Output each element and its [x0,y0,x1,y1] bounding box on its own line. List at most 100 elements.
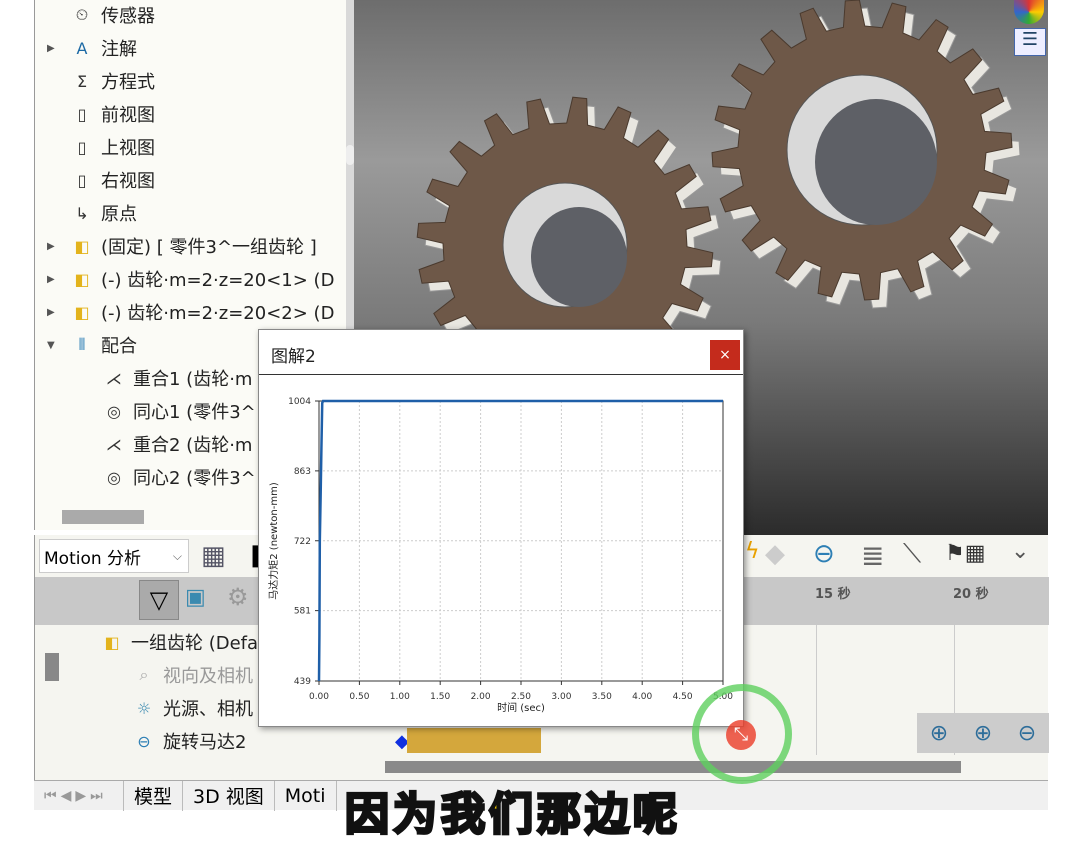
motor-timeline-bar [407,728,541,753]
x-tick-label: 2.50 [511,692,531,702]
lights-folder-icon: ☼ [136,698,152,718]
tree-item-label: (固定) [ 零件3^一组齿轮 ] [101,237,317,258]
camera-icon: ⌕ [139,665,149,684]
part-icon: ◧ [74,269,90,289]
tree-hscroll-thumb[interactable] [62,510,144,524]
sensor-folder-icon: ⏲ [75,5,89,24]
motor-icon[interactable]: ⊖ [813,539,835,569]
tree-item-label: 传感器 [101,6,155,27]
study-type-select[interactable]: Motion 分析 ⌵ [39,539,189,573]
tab-label: 模型 [134,786,173,808]
tab-label: 3D 视图 [193,786,264,808]
tree-item[interactable]: ▯ 上视图 [69,132,155,162]
concentric-icon: ◎ [107,401,121,421]
tree-item-label: 同心1 (零件3^ [133,402,256,423]
chevron-down-icon[interactable]: ⌄ [1011,539,1029,564]
tree-item[interactable]: ⋌ 重合2 (齿轮·m [101,429,252,459]
coincident-icon: ⋌ [106,368,122,388]
motion-tree-item[interactable]: ⌕ 视向及相机 [131,660,253,690]
zoom-in-icon[interactable]: ⊕ [974,721,992,746]
equation-folder-icon: Σ [76,71,88,91]
timeline-label: 15 秒 [815,587,851,602]
tree-item[interactable]: ▯ 右视图 [69,165,155,195]
x-tick-label: 2.00 [471,692,491,702]
y-tick-label: 863 [294,467,311,477]
motion-tree-item[interactable]: ⊖ 旋转马达2 [131,726,246,756]
y-tick-label: 581 [294,607,311,617]
gear-bore-shadow [531,207,627,307]
x-tick-label: 3.00 [551,692,571,702]
mates-icon: ⫴ [78,335,86,354]
expand-toggle[interactable]: ▶ [47,274,55,285]
expand-toggle[interactable]: ▶ [47,43,55,54]
concentric-icon: ◎ [107,467,121,487]
tree-item-label: 前视图 [101,105,155,126]
y-axis-label: 马达力矩2 (newton-mm) [267,482,280,600]
tree-item[interactable]: ▯ 前视图 [69,99,155,129]
zoom-out-icon[interactable]: ⊖ [1018,721,1036,746]
video-subtitle: 因为我们那边呢 [344,788,681,842]
tab-model[interactable]: 模型 [124,780,184,811]
plane-icon: ▯ [77,137,87,157]
gear-bore-shadow [815,99,937,225]
x-tick-label: 1.00 [390,692,410,702]
x-tick-label: 3.50 [592,692,612,702]
tree-item[interactable]: ⏲ 传感器 [69,0,155,30]
coincident-icon: ⋌ [106,434,122,454]
tree-item[interactable]: A 注解 [69,33,137,63]
tree-item-label: 重合2 (齿轮·m [133,435,253,456]
tree-item[interactable]: ⫴ 配合 [69,330,137,360]
part-icon: ◧ [74,236,90,256]
filter-icon[interactable]: ▽ [139,580,179,620]
study-type-value: Motion 分析 [44,548,142,569]
x-tick-label: 0.00 [309,692,329,702]
expand-toggle[interactable]: ▶ [47,241,55,252]
x-tick-label: 1.50 [430,692,450,702]
tree-item[interactable]: ◧ (-) 齿轮·m=2·z=20<1> (D [69,264,334,294]
chart: 0.00 0.50 1.00 1.50 2.00 2.50 3.00 3.50 4.00 4.50… [267,397,733,714]
close-button[interactable]: × [710,340,740,370]
y-tick-label: 1004 [288,397,311,407]
x-tick-label: 4.00 [632,692,652,702]
tree-item[interactable]: ⋌ 重合1 (齿轮·m [101,363,252,393]
tree-item[interactable]: ◎ 同心2 (零件3^ [101,462,256,492]
filter-gear-icon[interactable]: ⚙ [227,583,249,611]
zoom-to-fit-icon[interactable]: ⊕ [930,721,948,746]
motion-tree-label: 视向及相机 [163,666,253,687]
x-tick-label: 4.50 [673,692,693,702]
y-tick-label: 439 [294,677,311,687]
filter-camera-icon[interactable]: ▣ [185,585,206,610]
motion-tree-label: 一组齿轮 (Defa [131,633,259,654]
tab-label: Moti [284,784,326,807]
tab-motion[interactable]: Moti [275,780,337,811]
task-pane-icon[interactable]: ☰ [1014,28,1046,56]
tree-item[interactable]: ◧ (固定) [ 零件3^一组齿轮 ] [69,231,317,261]
expand-toggle[interactable]: ▶ [47,307,55,318]
tree-item-label: 同心2 (零件3^ [133,468,256,489]
damper-icon[interactable]: ⟍ [903,539,921,570]
tree-item[interactable]: ◧ (-) 齿轮·m=2·z=20<2> (D [69,297,334,327]
part-icon: ◧ [74,302,90,322]
tree-item-label: 重合1 (齿轮·m [133,369,253,390]
tree-item-label: 原点 [101,204,137,225]
results-plot-icon[interactable]: ⚑▦ [945,541,986,566]
add-key-icon[interactable]: ◆ [765,539,785,569]
y-tick-label: 722 [294,537,311,547]
calculate-icon[interactable]: ▦ [201,541,226,571]
motion-tree-item[interactable]: ◧ 一组齿轮 (Defa [99,627,258,657]
tab-nav-arrows[interactable]: ⏮◀▶⏭ [34,780,124,811]
motion-tree-item[interactable]: ☼ 光源、相机 [131,693,253,723]
tree-item[interactable]: Σ 方程式 [69,66,155,96]
tree-item[interactable]: ◎ 同心1 (零件3^ [101,396,256,426]
x-tick-label: 0.50 [349,692,369,702]
tree-item[interactable]: ↳ 原点 [69,198,137,228]
tree-item-label: (-) 齿轮·m=2·z=20<2> (D [101,303,335,324]
expand-toggle[interactable]: ▼ [47,340,55,351]
tab-3d-view[interactable]: 3D 视图 [183,780,275,811]
origin-icon: ↳ [75,203,89,223]
motion-tree-scrollbar[interactable] [45,653,59,681]
results-icon[interactable]: ϟ [745,539,760,564]
timeline-hscroll-thumb[interactable] [385,761,961,773]
tree-item-label: 上视图 [101,138,155,159]
spring-icon[interactable]: ≣ [861,539,884,572]
